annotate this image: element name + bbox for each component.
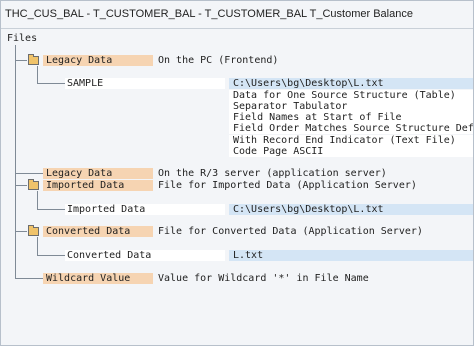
tree-line (15, 173, 43, 174)
node-sample[interactable]: SAMPLE (67, 78, 103, 89)
node-imported-desc: File for Imported Data (Application Serv… (158, 180, 417, 191)
node-converted-child[interactable]: Converted Data (67, 250, 151, 261)
node-wildcard-desc: Value for Wildcard '*' in File Name (158, 273, 369, 284)
sample-property: Data for One Source Structure (Table) (233, 90, 456, 101)
node-legacy-r3-desc: On the R/3 server (application server) (158, 168, 387, 179)
tree-line (15, 60, 27, 61)
node-imported-child[interactable]: Imported Data (67, 204, 145, 215)
window-title: THC_CUS_BAL - T_CUSTOMER_BAL - T_CUSTOME… (5, 8, 413, 20)
node-legacy-pc[interactable]: Legacy Data (46, 55, 112, 66)
tree-line (37, 255, 65, 256)
folder-icon[interactable] (28, 179, 39, 190)
tree-line (37, 209, 65, 210)
node-imported[interactable]: Imported Data (46, 180, 124, 191)
tree-root-files[interactable]: Files (7, 33, 37, 44)
title-bar: THC_CUS_BAL - T_CUSTOMER_BAL - T_CUSTOME… (1, 1, 473, 29)
sample-property: With Record End Indicator (Text File) (233, 135, 456, 146)
imported-file-path[interactable]: C:\Users\bg\Desktop\L.txt (233, 204, 384, 215)
converted-file-name[interactable]: L.txt (233, 250, 263, 261)
sample-property: Field Names at Start of File (233, 112, 402, 123)
tree-line (37, 237, 38, 255)
tree-line-trunk (15, 45, 16, 278)
sample-file-path[interactable]: C:\Users\bg\Desktop\L.txt (233, 78, 384, 89)
folder-icon[interactable] (28, 225, 39, 236)
node-legacy-r3[interactable]: Legacy Data (46, 168, 112, 179)
value-bg (229, 250, 473, 261)
node-wildcard[interactable]: Wildcard Value (46, 273, 130, 284)
tree-line (15, 185, 27, 186)
sample-property: Field Order Matches Source Structure Def… (233, 123, 473, 134)
node-converted-desc: File for Converted Data (Application Ser… (158, 226, 423, 237)
folder-icon[interactable] (28, 54, 39, 65)
node-legacy-pc-desc: On the PC (Frontend) (158, 55, 279, 66)
tree-line (37, 66, 38, 83)
tree-line (15, 231, 27, 232)
tree-line (37, 191, 38, 209)
sample-property: Separator Tabulator (233, 101, 348, 112)
sample-property: Code Page ASCII (233, 146, 324, 157)
tree-line (15, 278, 43, 279)
window-frame: THC_CUS_BAL - T_CUSTOMER_BAL - T_CUSTOME… (0, 0, 474, 346)
tree-line (37, 83, 65, 84)
node-converted[interactable]: Converted Data (46, 226, 130, 237)
